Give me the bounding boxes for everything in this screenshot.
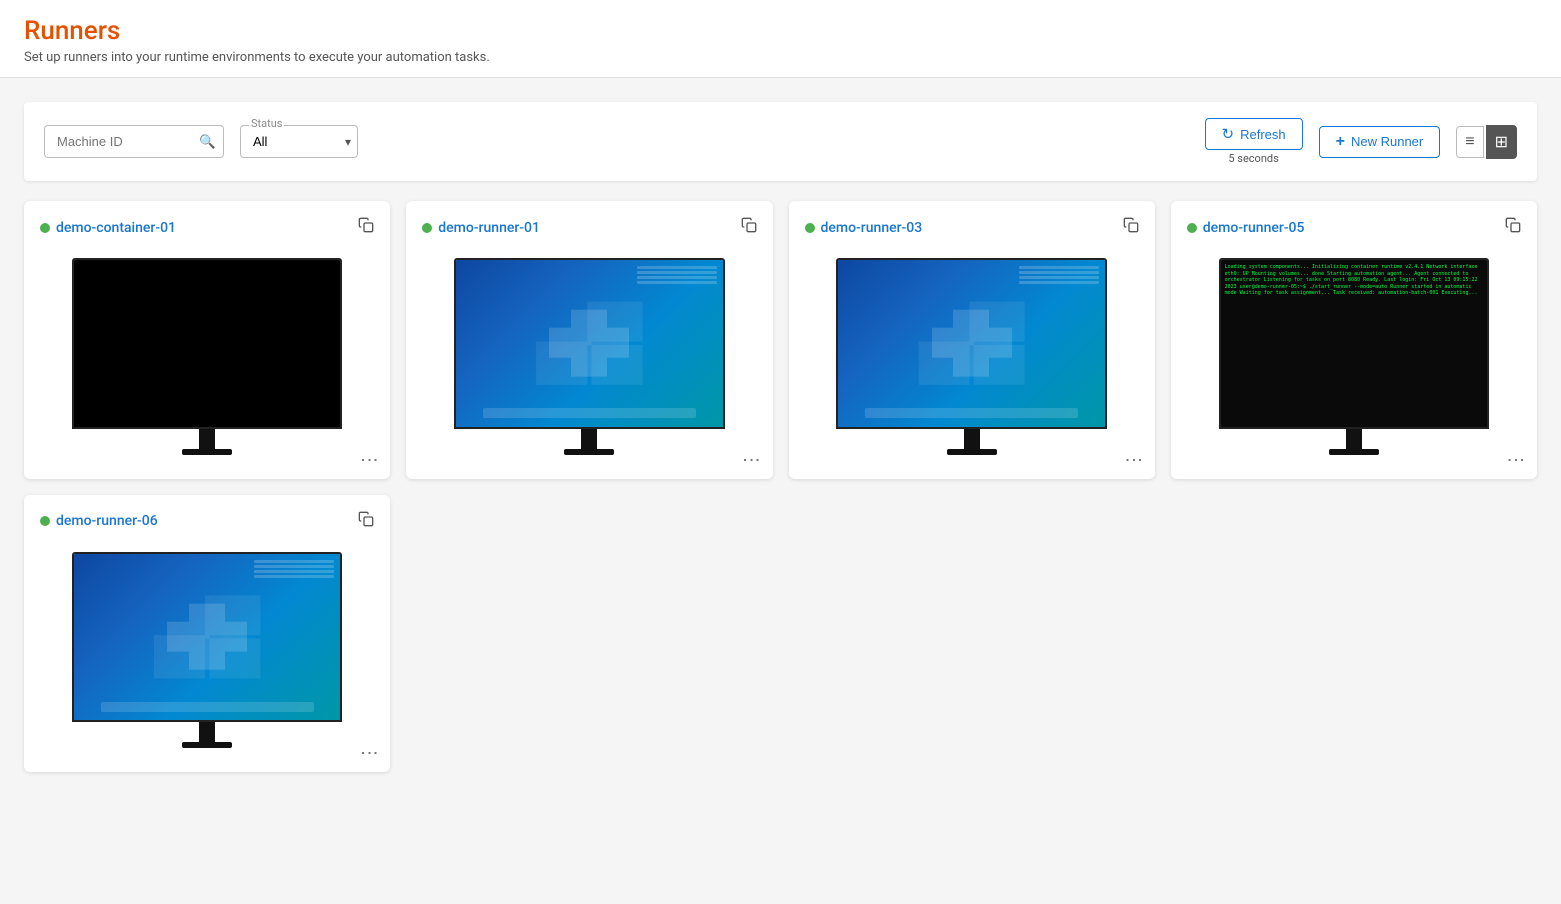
screen-black xyxy=(74,260,341,427)
copy-runner-id-button[interactable] xyxy=(358,217,374,238)
runner-monitor[interactable]: Loading system components... Initializin… xyxy=(1187,250,1521,463)
monitor-screen xyxy=(72,552,343,723)
monitor-foot xyxy=(564,449,614,455)
status-online-dot xyxy=(422,223,432,233)
monitor-foot xyxy=(947,449,997,455)
monitor-foot xyxy=(182,742,232,748)
runner-more-options-button[interactable]: ⋮ xyxy=(1125,451,1143,469)
status-select[interactable]: All Online Offline xyxy=(249,126,349,157)
runner-monitor[interactable] xyxy=(40,544,374,757)
runner-more-options-button[interactable]: ⋮ xyxy=(743,451,761,469)
monitor-base xyxy=(964,429,980,449)
machine-id-input[interactable] xyxy=(44,125,224,158)
runner-name[interactable]: demo-runner-01 xyxy=(438,220,734,236)
runner-card: demo-runner-05 Loading system components.… xyxy=(1171,201,1537,479)
screen-terminal: Loading system components... Initializin… xyxy=(1221,260,1488,427)
runners-grid: demo-container-01⋮demo-runner-01⋮demo-ru… xyxy=(24,201,1537,772)
monitor-foot xyxy=(182,449,232,455)
runner-name[interactable]: demo-runner-06 xyxy=(56,513,352,529)
status-online-dot xyxy=(40,516,50,526)
monitor-base xyxy=(199,722,215,742)
grid-view-button[interactable]: ⊞ xyxy=(1486,125,1517,159)
runner-name[interactable]: demo-runner-05 xyxy=(1203,220,1499,236)
page-header: Runners Set up runners into your runtime… xyxy=(0,0,1561,78)
refresh-button[interactable]: ↻ Refresh xyxy=(1205,118,1303,150)
windows-logo-decoration xyxy=(932,310,1012,377)
refresh-label: Refresh xyxy=(1240,127,1286,142)
search-field: 🔍 xyxy=(44,125,224,158)
main-content: 🔍 Status All Online Offline ▾ ↻ Refresh … xyxy=(0,78,1561,796)
monitor-screen xyxy=(454,258,725,429)
status-filter: Status All Online Offline ▾ xyxy=(240,125,358,158)
search-button[interactable]: 🔍 xyxy=(199,134,216,150)
new-runner-button[interactable]: + New Runner xyxy=(1319,126,1441,158)
runner-monitor[interactable] xyxy=(805,250,1139,463)
copy-runner-id-button[interactable] xyxy=(1505,217,1521,238)
screen-windows xyxy=(838,260,1105,427)
monitor-base xyxy=(1346,429,1362,449)
status-label: Status xyxy=(249,117,284,130)
status-online-dot xyxy=(40,223,50,233)
screen-windows xyxy=(456,260,723,427)
runner-card: demo-runner-03 ⋮ xyxy=(789,201,1155,479)
runner-more-options-button[interactable]: ⋮ xyxy=(360,451,378,469)
plus-icon: + xyxy=(1336,133,1345,151)
runner-monitor[interactable] xyxy=(422,250,756,463)
monitor-screen: Loading system components... Initializin… xyxy=(1219,258,1490,429)
monitor-screen xyxy=(72,258,343,429)
refresh-time: 5 seconds xyxy=(1228,152,1278,165)
windows-logo-decoration xyxy=(167,604,247,671)
page-title: Runners xyxy=(24,16,1537,46)
list-view-icon: ≡ xyxy=(1465,133,1474,151)
monitor-foot xyxy=(1329,449,1379,455)
status-online-dot xyxy=(1187,223,1197,233)
runner-card-header: demo-runner-06 xyxy=(40,511,374,532)
grid-view-icon: ⊞ xyxy=(1495,132,1508,152)
monitor-screen xyxy=(836,258,1107,429)
runner-card: demo-runner-06 ⋮ xyxy=(24,495,390,773)
monitor-base xyxy=(199,429,215,449)
windows-logo-decoration xyxy=(549,310,629,377)
runner-monitor[interactable] xyxy=(40,250,374,463)
toolbar: 🔍 Status All Online Offline ▾ ↻ Refresh … xyxy=(24,102,1537,181)
new-runner-label: New Runner xyxy=(1351,134,1423,149)
copy-runner-id-button[interactable] xyxy=(741,217,757,238)
copy-runner-id-button[interactable] xyxy=(1123,217,1139,238)
runner-name[interactable]: demo-container-01 xyxy=(56,220,352,236)
runner-card-header: demo-runner-05 xyxy=(1187,217,1521,238)
search-icon: 🔍 xyxy=(199,134,216,150)
runner-more-options-button[interactable]: ⋮ xyxy=(360,744,378,762)
runner-card: demo-runner-01 ⋮ xyxy=(406,201,772,479)
status-online-dot xyxy=(805,223,815,233)
runner-card-header: demo-runner-03 xyxy=(805,217,1139,238)
view-toggle: ≡ ⊞ xyxy=(1456,125,1517,159)
monitor-base xyxy=(581,429,597,449)
copy-runner-id-button[interactable] xyxy=(358,511,374,532)
refresh-control: ↻ Refresh 5 seconds xyxy=(1205,118,1303,165)
runner-card-header: demo-runner-01 xyxy=(422,217,756,238)
runner-card: demo-container-01 ⋮ xyxy=(24,201,390,479)
screen-windows xyxy=(74,554,341,721)
runner-name[interactable]: demo-runner-03 xyxy=(821,220,1117,236)
list-view-button[interactable]: ≡ xyxy=(1456,126,1483,158)
runner-card-header: demo-container-01 xyxy=(40,217,374,238)
runner-more-options-button[interactable]: ⋮ xyxy=(1507,451,1525,469)
page-subtitle: Set up runners into your runtime environ… xyxy=(24,50,1537,65)
refresh-icon: ↻ xyxy=(1222,125,1235,143)
